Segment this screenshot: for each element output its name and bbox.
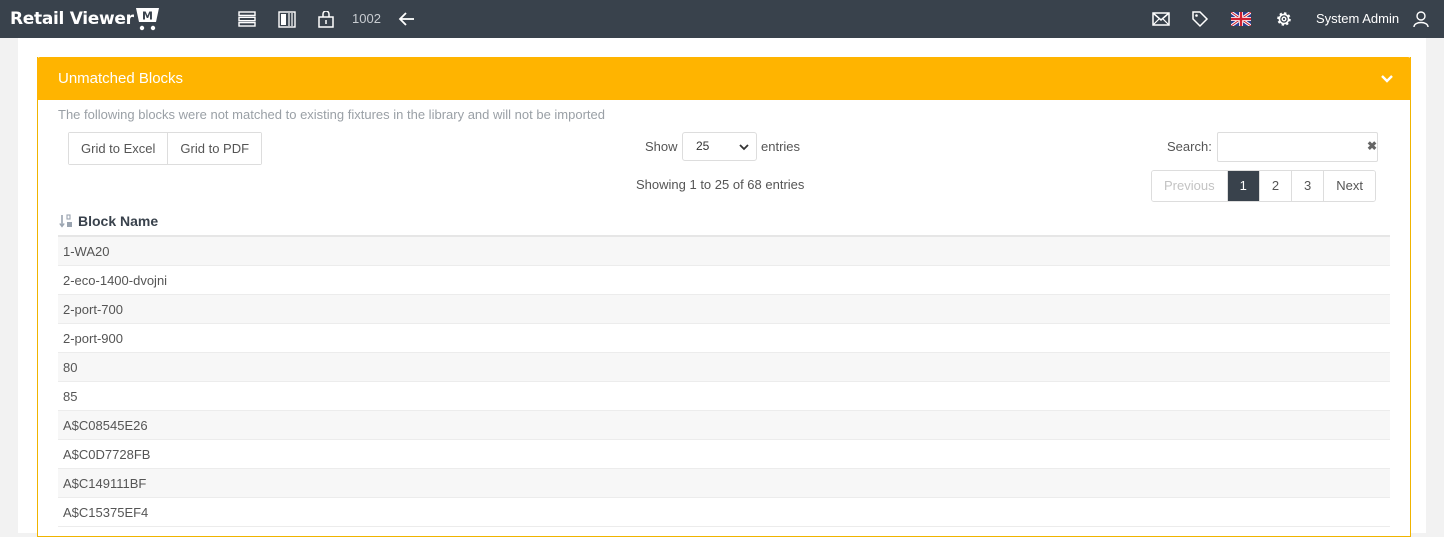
user-name[interactable]: System Admin: [1316, 11, 1399, 26]
previous-page-button[interactable]: Previous: [1152, 171, 1227, 201]
app-logo[interactable]: Retail Viewer M: [10, 5, 161, 33]
panel-title: Unmatched Blocks: [58, 70, 184, 87]
panel-description: The following blocks were not matched to…: [58, 107, 605, 122]
entries-per-page-select[interactable]: 25: [682, 132, 757, 161]
chevron-down-icon[interactable]: [1379, 71, 1395, 87]
table-row: 2-port-700: [58, 295, 1390, 324]
pagination: Previous 1 2 3 Next: [1151, 170, 1377, 202]
table-row: A$C149111BF: [58, 469, 1390, 498]
export-buttons: Grid to Excel Grid to PDF: [68, 132, 263, 165]
panel-header[interactable]: Unmatched Blocks: [37, 57, 1411, 100]
show-label: Show: [645, 139, 678, 154]
table-row: A$C0D7728FB: [58, 440, 1390, 469]
app-title: Retail Viewer: [10, 9, 134, 29]
table-row: 80: [58, 353, 1390, 382]
next-page-button[interactable]: Next: [1323, 171, 1376, 201]
table-body: 1-WA20 2-eco-1400-dvojni 2-port-700 2-po…: [58, 237, 1390, 527]
store-icon[interactable]: [316, 9, 336, 29]
grid-to-excel-button[interactable]: Grid to Excel: [69, 133, 168, 164]
page-button-3[interactable]: 3: [1291, 171, 1324, 201]
mail-icon[interactable]: [1151, 9, 1171, 29]
table-row: A$C15375EF4: [58, 498, 1390, 527]
page-content: Unmatched Blocks The following blocks we…: [18, 38, 1426, 537]
chevron-down-icon: [739, 144, 749, 151]
clear-search-icon[interactable]: ✖: [1367, 139, 1377, 153]
table-row: 85: [58, 382, 1390, 411]
columns-icon[interactable]: [277, 9, 297, 29]
unmatched-blocks-panel: Unmatched Blocks The following blocks we…: [37, 57, 1411, 537]
table-row: 2-eco-1400-dvojni: [58, 266, 1390, 295]
table-row: 2-port-900: [58, 324, 1390, 353]
user-icon[interactable]: [1411, 9, 1431, 29]
top-navbar: Retail Viewer M 1002 System Admin: [0, 0, 1444, 38]
cart-logo-icon: M: [135, 8, 159, 31]
page-button-1[interactable]: 1: [1226, 171, 1259, 201]
entries-per-page-value: 25: [696, 139, 710, 153]
uk-flag-icon[interactable]: [1231, 9, 1251, 29]
tag-icon[interactable]: [1190, 9, 1210, 29]
column-header-block-name[interactable]: Block Name: [78, 213, 158, 229]
grid-to-pdf-button[interactable]: Grid to PDF: [167, 133, 262, 164]
search-label: Search:: [1167, 139, 1212, 154]
entries-label: entries: [761, 139, 801, 154]
table-row: 1-WA20: [58, 237, 1390, 266]
page-button-2[interactable]: 2: [1258, 171, 1292, 201]
table-row: A$C08545E26: [58, 411, 1390, 440]
gear-icon[interactable]: [1274, 9, 1294, 29]
sort-icon[interactable]: [59, 214, 74, 228]
back-arrow-icon[interactable]: [397, 9, 417, 29]
list-icon[interactable]: [237, 9, 257, 29]
table-header: Block Name: [58, 207, 1390, 237]
item-number: 1002: [352, 11, 381, 26]
svg-text:M: M: [142, 10, 153, 23]
search-input[interactable]: [1217, 132, 1378, 162]
table-info: Showing 1 to 25 of 68 entries: [636, 177, 805, 192]
